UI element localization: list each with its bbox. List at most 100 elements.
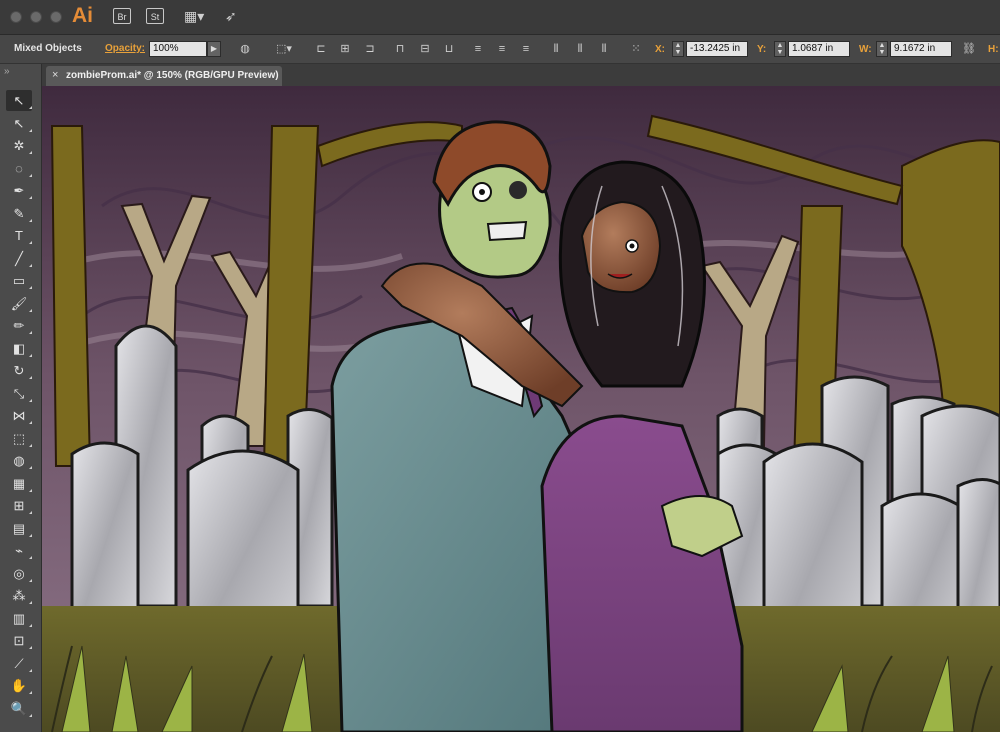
tool-flyout-indicator — [29, 376, 32, 379]
distribute-horizontal-center-icon[interactable]: ⦀ — [572, 42, 588, 56]
perspective-grid-tool[interactable]: ▦ — [6, 473, 32, 494]
align-left-icon[interactable]: ⊏ — [313, 42, 329, 56]
tool-flyout-indicator — [29, 646, 32, 649]
slice-tool-icon: ⟋ — [14, 655, 24, 671]
tools-panel-grip-icon[interactable]: » — [4, 66, 10, 77]
artboard-tool[interactable]: ⊡ — [6, 630, 32, 651]
bridge-button[interactable]: Br — [113, 8, 131, 24]
close-tab-icon[interactable]: × — [52, 69, 58, 81]
arrange-documents-icon[interactable]: ▦▾ — [184, 8, 204, 25]
tool-flyout-indicator — [29, 218, 32, 222]
align-to-selection-icon[interactable]: ⬚▾ — [276, 42, 292, 56]
opacity-label[interactable]: Opacity: — [105, 43, 145, 54]
tool-flyout-indicator — [29, 173, 32, 177]
tool-flyout-indicator — [29, 601, 32, 604]
curvature-tool[interactable]: ✎ — [6, 203, 32, 224]
distribute-top-icon[interactable]: ≡ — [470, 42, 486, 56]
type-tool-icon: T — [15, 228, 23, 243]
reference-point-icon[interactable]: ⁙ — [628, 42, 644, 56]
minimize-window-button[interactable] — [30, 11, 42, 23]
selection-tool-icon: ↖ — [13, 93, 25, 108]
width-tool[interactable]: ⋈ — [6, 405, 32, 426]
align-vertical-center-icon[interactable]: ⊟ — [417, 42, 433, 56]
rotate-tool[interactable]: ↻ — [6, 360, 32, 381]
eyedropper-tool-icon: ⌁ — [15, 543, 23, 558]
opacity-field[interactable]: 100% — [149, 41, 207, 57]
eraser-tool[interactable]: ◧ — [6, 338, 32, 359]
scale-tool[interactable]: ⤡ — [6, 383, 32, 404]
mesh-tool[interactable]: ⊞ — [6, 495, 32, 516]
recolor-artwork-icon[interactable]: ◍ — [237, 42, 253, 56]
column-graph-tool[interactable]: ▥ — [6, 608, 32, 629]
artboard-tool-icon: ⊡ — [13, 633, 25, 648]
paintbrush-tool-icon: 🖌 — [10, 295, 28, 311]
lasso-tool-icon: ◌ — [15, 160, 23, 176]
symbol-sprayer-tool-icon: ⁂ — [12, 588, 26, 603]
free-transform-tool[interactable]: ⬚ — [6, 428, 32, 449]
direct-selection-tool[interactable]: ↖ — [6, 113, 32, 134]
tool-flyout-indicator — [29, 623, 32, 627]
eyedropper-tool[interactable]: ⌁ — [6, 540, 32, 561]
tool-flyout-indicator — [29, 151, 32, 154]
x-label: X: — [655, 44, 665, 55]
selection-tool[interactable]: ↖ — [6, 90, 32, 111]
pen-tool-icon: ✒ — [13, 183, 25, 198]
align-bottom-icon[interactable]: ⊔ — [441, 42, 457, 56]
tool-flyout-indicator — [29, 106, 32, 109]
paintbrush-tool[interactable]: 🖌 — [6, 293, 32, 314]
align-top-icon[interactable]: ⊓ — [392, 42, 408, 56]
x-field[interactable]: -13.2425 in — [686, 41, 748, 57]
w-stepper-icon[interactable]: ▲ ▼ — [876, 41, 888, 57]
constrain-proportions-icon[interactable]: ⛓ — [961, 42, 977, 56]
tool-flyout-indicator — [29, 691, 32, 694]
shape-builder-tool[interactable]: ◍ — [6, 450, 32, 471]
zombie-prom-artwork — [42, 86, 1000, 732]
tool-flyout-indicator — [29, 286, 32, 289]
shaper-tool[interactable]: ✏ — [6, 315, 32, 336]
y-field[interactable]: 1.0687 in — [788, 41, 850, 57]
slice-tool[interactable]: ⟋ — [6, 653, 32, 674]
hand-tool[interactable]: ✋ — [6, 675, 32, 696]
tool-flyout-indicator — [29, 196, 32, 199]
rectangle-tool[interactable]: ▭ — [6, 270, 32, 291]
tool-flyout-indicator — [29, 511, 32, 514]
zoom-tool[interactable]: 🔍 — [6, 698, 32, 719]
type-tool[interactable]: T — [6, 225, 32, 246]
w-field[interactable]: 9.1672 in — [890, 41, 952, 57]
blend-tool[interactable]: ◎ — [6, 563, 32, 584]
opacity-dropdown-arrow-icon[interactable]: ▶ — [207, 41, 221, 57]
gpu-performance-icon[interactable]: ➶ — [225, 8, 237, 25]
magic-wand-tool[interactable]: ✲ — [6, 135, 32, 156]
gradient-tool[interactable]: ▤ — [6, 518, 32, 539]
document-tab[interactable]: × zombieProm.ai* @ 150% (RGB/GPU Preview… — [46, 66, 282, 86]
tool-flyout-indicator — [29, 533, 32, 537]
tool-flyout-indicator — [29, 128, 32, 132]
tools-panel: » ↖ ↖ ✲ ◌ ✒ ✎ T ╱ ▭ 🖌 ✏ ◧ ↻ ⤡ ⋈ ⬚ ◍ ▦ ⊞ ▤ ⌁ ◎ ⁂ ▥ ⊡ ⟋ ✋ 🔍 — [0, 64, 42, 732]
x-stepper-icon[interactable]: ▲ ▼ — [672, 41, 684, 57]
zoom-window-button[interactable] — [50, 11, 62, 23]
distribute-left-icon[interactable]: ⦀ — [548, 42, 564, 56]
pen-tool[interactable]: ✒ — [6, 180, 32, 201]
illustrator-logo: Ai — [72, 4, 93, 27]
y-stepper-icon[interactable]: ▲ ▼ — [774, 41, 786, 57]
y-label: Y: — [757, 44, 767, 55]
distribute-right-icon[interactable]: ⦀ — [596, 42, 612, 56]
lasso-tool[interactable]: ◌ — [6, 158, 32, 179]
mesh-tool-icon: ⊞ — [13, 498, 25, 513]
artboard-canvas[interactable] — [42, 86, 1000, 732]
align-right-icon[interactable]: ⊐ — [362, 42, 378, 56]
tool-flyout-indicator — [29, 308, 32, 312]
close-window-button[interactable] — [10, 11, 22, 23]
line-segment-tool[interactable]: ╱ — [6, 248, 32, 269]
distribute-bottom-icon[interactable]: ≡ — [518, 42, 534, 56]
h-label: H: — [988, 44, 999, 55]
eraser-tool-icon: ◧ — [12, 340, 26, 356]
align-horizontal-center-icon[interactable]: ⊞ — [337, 42, 353, 56]
tool-flyout-indicator — [29, 488, 32, 492]
blend-tool-icon: ◎ — [13, 565, 25, 581]
symbol-sprayer-tool[interactable]: ⁂ — [6, 585, 32, 606]
distribute-vertical-center-icon[interactable]: ≡ — [494, 42, 510, 56]
stock-button[interactable]: St — [146, 8, 164, 24]
rotate-tool-icon: ↻ — [13, 363, 25, 378]
tool-flyout-indicator — [29, 331, 32, 334]
